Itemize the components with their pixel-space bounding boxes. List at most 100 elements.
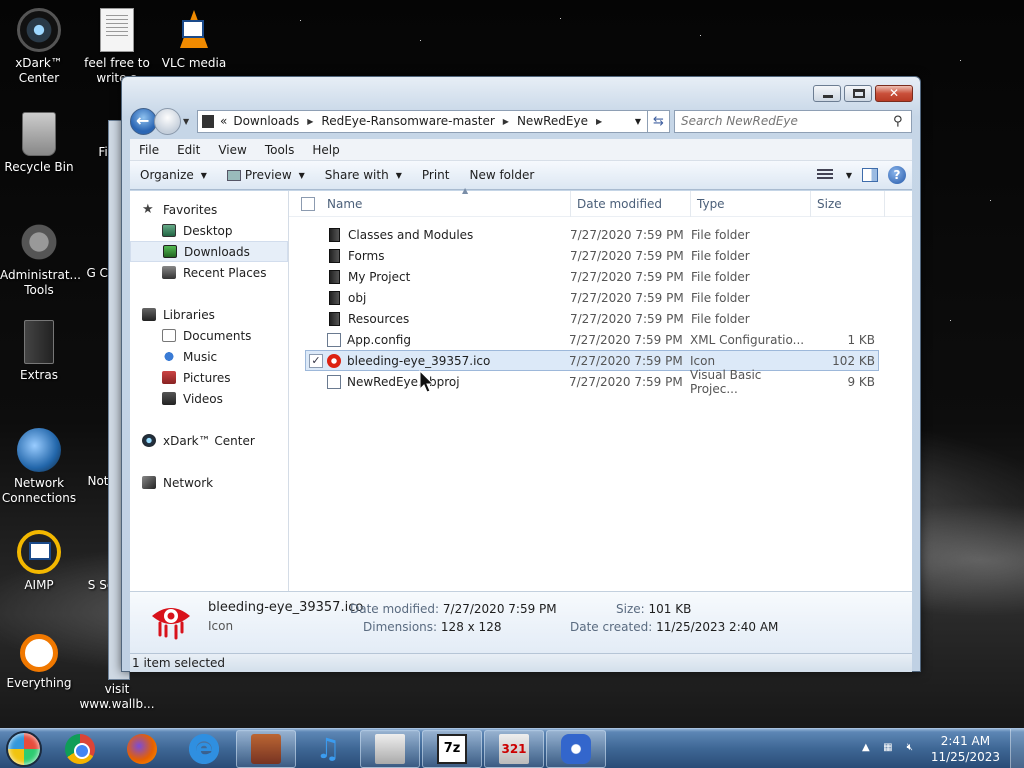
- file-row[interactable]: My Project 7/27/2020 7:59 PM File folder: [305, 266, 879, 287]
- file-date: 7/27/2020 7:59 PM: [570, 311, 684, 326]
- show-desktop-button[interactable]: [1010, 728, 1024, 768]
- volume-muted-icon[interactable]: 🔇︎: [903, 742, 917, 756]
- preview-pane-icon[interactable]: [862, 168, 878, 182]
- menu-file[interactable]: File: [130, 143, 168, 157]
- desktop-icon-visit[interactable]: visit www.wallb...: [78, 682, 156, 712]
- menu-tools[interactable]: Tools: [256, 143, 304, 157]
- help-icon[interactable]: ?: [888, 166, 906, 184]
- nav-documents[interactable]: Documents: [130, 325, 288, 346]
- column-date-modified[interactable]: Date modified: [571, 190, 691, 217]
- address-bar[interactable]: « Downloads ▶ RedEye-Ransomware-master ▶…: [197, 109, 648, 133]
- chevron-right-icon[interactable]: ▶: [501, 117, 511, 126]
- chevron-right-icon[interactable]: ▶: [594, 117, 604, 126]
- nav-pictures[interactable]: Pictures: [130, 367, 288, 388]
- menu-view[interactable]: View: [209, 143, 255, 157]
- desktop-icon-xdark-center[interactable]: xDark™ Center: [0, 8, 78, 86]
- clock[interactable]: 2:41 AM 11/25/2023: [921, 733, 1010, 765]
- breadcrumb-overflow[interactable]: «: [220, 114, 227, 128]
- search-icon[interactable]: ⚲: [893, 114, 911, 129]
- nav-desktop[interactable]: Desktop: [130, 220, 288, 241]
- row-checkbox[interactable]: [309, 375, 323, 389]
- organize-button[interactable]: Organize ▼: [130, 168, 217, 182]
- taskbar-itunes[interactable]: ♫: [298, 730, 358, 768]
- forward-button[interactable]: [154, 107, 181, 135]
- file-row[interactable]: NewRedEye.vbproj 7/27/2020 7:59 PM Visua…: [305, 368, 879, 396]
- start-button[interactable]: [0, 729, 48, 768]
- internet-explorer-icon: e: [189, 733, 219, 764]
- new-folder-button[interactable]: New folder: [459, 168, 544, 182]
- column-name[interactable]: ▲ Name: [323, 186, 571, 217]
- nav-recent-places[interactable]: Recent Places: [130, 262, 288, 283]
- row-checkbox[interactable]: [309, 228, 323, 242]
- row-checkbox[interactable]: [309, 291, 323, 305]
- close-button[interactable]: ✕: [875, 85, 913, 102]
- network-status-icon[interactable]: ▦: [881, 742, 895, 756]
- desktop-icon-extras[interactable]: Extras: [0, 320, 78, 383]
- documents-icon: [162, 329, 176, 342]
- file-row[interactable]: App.config 7/27/2020 7:59 PM XML Configu…: [305, 329, 879, 350]
- file-row[interactable]: Resources 7/27/2020 7:59 PM File folder: [305, 308, 879, 329]
- desktop-icon-recycle-bin[interactable]: Recycle Bin: [0, 112, 78, 175]
- menu-help[interactable]: Help: [303, 143, 348, 157]
- breadcrumb-downloads[interactable]: Downloads: [227, 114, 305, 128]
- print-button[interactable]: Print: [412, 168, 460, 182]
- menu-edit[interactable]: Edit: [168, 143, 209, 157]
- nav-music[interactable]: Music: [130, 346, 288, 367]
- select-all-checkbox[interactable]: [301, 196, 315, 211]
- refresh-button[interactable]: ⇆: [648, 109, 670, 133]
- column-size[interactable]: Size: [811, 190, 885, 217]
- nav-libraries[interactable]: Libraries: [130, 304, 288, 325]
- desktop-icon-text-file[interactable]: feel free to write a: [78, 8, 156, 86]
- folder-icon: [329, 227, 340, 242]
- back-button[interactable]: [130, 107, 157, 135]
- address-dropdown[interactable]: ▼: [629, 117, 647, 126]
- row-checkbox[interactable]: [309, 333, 323, 347]
- file-date: 7/27/2020 7:59 PM: [569, 353, 683, 368]
- taskbar-firefox[interactable]: [112, 730, 172, 768]
- maximize-button[interactable]: [844, 85, 872, 102]
- nav-label: Pictures: [183, 370, 231, 385]
- recent-pages-dropdown[interactable]: ▼: [183, 117, 193, 126]
- breadcrumb-newredeye[interactable]: NewRedEye: [511, 114, 594, 128]
- file-row[interactable]: obj 7/27/2020 7:59 PM File folder: [305, 287, 879, 308]
- show-hidden-icons-button[interactable]: ▲: [859, 742, 873, 756]
- nav-xdark-center[interactable]: xDark™ Center: [130, 430, 288, 451]
- nav-videos[interactable]: Videos: [130, 388, 288, 409]
- desktop-icon-network-connections[interactable]: Network Connections: [0, 428, 78, 506]
- config-file-icon: [327, 332, 341, 347]
- search-input[interactable]: [675, 114, 893, 128]
- taskbar-internet-explorer[interactable]: e: [174, 730, 234, 768]
- chevron-right-icon[interactable]: ▶: [305, 117, 315, 126]
- search-box[interactable]: ⚲: [674, 109, 912, 133]
- taskbar-media-player[interactable]: 321: [484, 729, 544, 768]
- file-type: File folder: [691, 311, 750, 326]
- breadcrumb-redeye-master[interactable]: RedEye-Ransomware-master: [315, 114, 500, 128]
- share-with-button[interactable]: Share with ▼: [315, 168, 412, 182]
- taskbar-chrome[interactable]: [50, 730, 110, 768]
- nav-favorites[interactable]: ★ Favorites: [130, 199, 288, 220]
- file-row[interactable]: Forms 7/27/2020 7:59 PM File folder: [305, 245, 879, 266]
- change-view-icon[interactable]: [816, 169, 833, 181]
- clock-time: 2:41 AM: [940, 733, 991, 748]
- desktop-icon-everything[interactable]: Everything: [0, 634, 78, 691]
- taskbar-infinity[interactable]: [546, 729, 606, 768]
- row-checkbox[interactable]: [309, 249, 323, 263]
- row-checkbox[interactable]: [309, 270, 323, 284]
- explorer-window: ✕ ▼ « Downloads ▶ RedEye-Ransomware-mast…: [121, 76, 921, 672]
- row-checkbox[interactable]: [309, 312, 323, 326]
- row-checkbox[interactable]: ✓: [309, 353, 323, 368]
- taskbar-notepad[interactable]: [360, 729, 420, 768]
- chrome-icon: [65, 733, 95, 764]
- column-type[interactable]: Type: [691, 190, 811, 217]
- preview-button[interactable]: Preview ▼: [217, 168, 315, 182]
- minimize-button[interactable]: [813, 85, 841, 102]
- taskbar-7zip[interactable]: 7z: [422, 729, 482, 768]
- nav-network[interactable]: Network: [130, 472, 288, 493]
- desktop-icon-admin-tools[interactable]: Administrat... Tools: [0, 220, 81, 298]
- nav-label: Videos: [183, 391, 223, 406]
- view-options-dropdown[interactable]: ▼: [846, 171, 852, 180]
- desktop-icon-vlc[interactable]: VLC media: [155, 8, 233, 71]
- nav-downloads[interactable]: Downloads: [130, 241, 288, 262]
- taskbar-archive[interactable]: [236, 729, 296, 768]
- file-row[interactable]: Classes and Modules 7/27/2020 7:59 PM Fi…: [305, 224, 879, 245]
